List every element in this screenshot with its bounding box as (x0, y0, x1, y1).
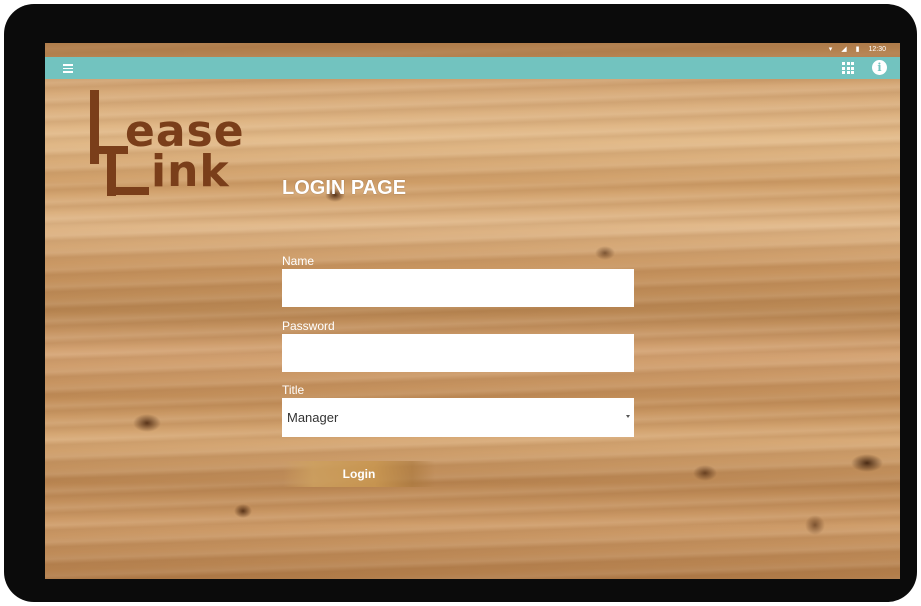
battery-icon: ▮ (855, 46, 860, 53)
title-select-value: Manager (287, 410, 339, 425)
status-bar: ▾ ◢ ▮ 12:30 (45, 43, 900, 57)
title-select[interactable]: Manager (282, 398, 634, 437)
info-icon[interactable]: i (872, 60, 887, 75)
password-label: Password (282, 319, 335, 333)
name-input[interactable] (282, 269, 634, 307)
title-label: Title (282, 383, 305, 397)
name-label: Name (282, 254, 315, 268)
logo-l-foot-2 (107, 187, 149, 195)
page-title: LOGIN PAGE (282, 177, 407, 199)
menu-icon[interactable] (61, 63, 75, 73)
apps-grid-icon[interactable] (842, 62, 854, 74)
status-time: 12:30 (868, 46, 886, 53)
logo-text-link: ink (151, 146, 230, 197)
login-button[interactable]: Login (283, 461, 435, 487)
password-input[interactable] (282, 334, 634, 372)
tablet-frame: ▾ ◢ ▮ 12:30 i ease ink LOGIN PAGE Name P… (4, 4, 917, 602)
dropdown-arrow-icon (626, 415, 630, 418)
app-screen: ▾ ◢ ▮ 12:30 i ease ink LOGIN PAGE Name P… (45, 43, 900, 579)
app-bar: i (45, 57, 900, 79)
lease-link-logo: ease ink (85, 88, 245, 198)
wifi-icon: ▾ (828, 46, 833, 53)
signal-icon: ◢ (841, 46, 847, 53)
